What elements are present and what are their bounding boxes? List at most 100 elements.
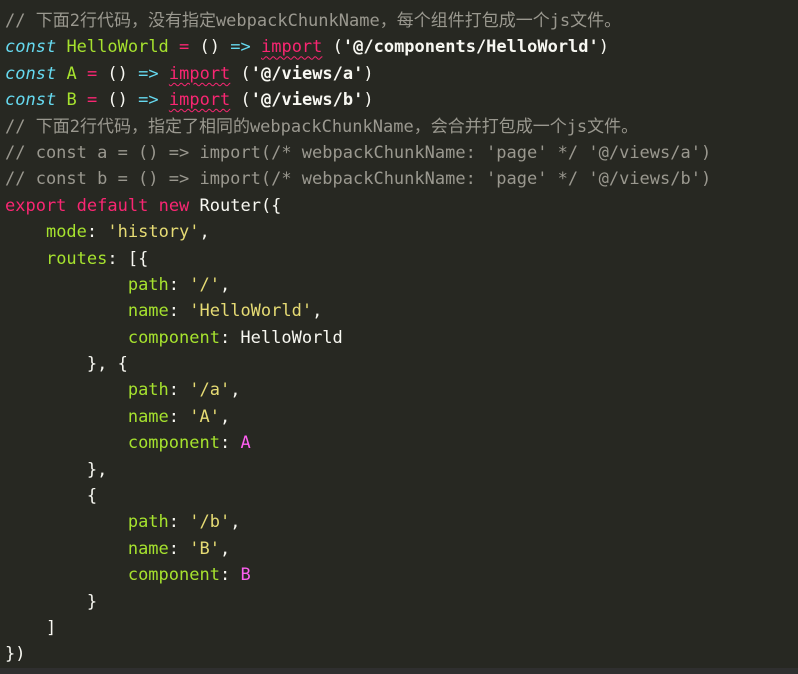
code-token: import — [260, 37, 323, 58]
code-token: : — [86, 222, 108, 243]
code-line[interactable]: component: HelloWorld — [5, 325, 711, 351]
code-line[interactable]: // const a = () => import(/* webpackChun… — [5, 140, 711, 166]
code-line[interactable]: path: '/b', — [5, 509, 711, 535]
code-token: name — [127, 301, 169, 322]
code-token: : HelloWorld — [219, 327, 343, 348]
code-token: = — [86, 90, 98, 111]
code-line[interactable]: routes: [{ — [5, 246, 711, 272]
code-token: , — [312, 301, 323, 322]
code-token: () — [97, 90, 139, 111]
code-token: ) — [598, 37, 610, 58]
code-line[interactable]: const HelloWorld = () => import ('@/comp… — [5, 34, 711, 60]
code-token: // const a = () => import(/* webpackChun… — [5, 142, 712, 163]
code-token: 'B' — [189, 538, 220, 559]
code-line[interactable]: name: 'A', — [5, 404, 711, 430]
code-token: () — [97, 63, 139, 84]
code-token: : — [168, 406, 190, 427]
code-token: A — [66, 63, 77, 84]
code-token: => — [230, 37, 251, 58]
code-line[interactable]: path: '/a', — [5, 377, 711, 403]
code-token: => — [138, 63, 159, 84]
code-token: import — [168, 63, 231, 84]
code-token: component — [127, 565, 220, 586]
code-line[interactable]: } — [5, 589, 711, 615]
code-token: '@/components/HelloWorld' — [342, 37, 599, 58]
code-token: , — [230, 380, 241, 401]
code-line[interactable]: }, — [5, 457, 711, 483]
code-token: path — [127, 380, 169, 401]
code-token: 'HelloWorld' — [189, 301, 313, 322]
code-line[interactable]: component: A — [5, 430, 711, 456]
code-line[interactable]: path: '/', — [5, 272, 711, 298]
code-line[interactable]: // 下面2行代码，没有指定webpackChunkName，每个组件打包成一个… — [5, 8, 711, 34]
code-token: = — [86, 63, 98, 84]
code-token: , — [219, 538, 231, 559]
code-line[interactable]: component: B — [5, 562, 711, 588]
code-line[interactable]: // const b = () => import(/* webpackChun… — [5, 166, 711, 192]
code-line[interactable]: name: 'B', — [5, 536, 711, 562]
code-token: } — [5, 591, 98, 612]
code-block[interactable]: // 下面2行代码，没有指定webpackChunkName，每个组件打包成一个… — [5, 8, 711, 668]
code-token: ( — [322, 37, 343, 58]
code-line[interactable]: }) — [5, 641, 711, 667]
code-token: '/' — [189, 274, 220, 295]
code-token: mode — [45, 222, 87, 243]
code-token: name — [127, 538, 169, 559]
code-token: = — [179, 37, 190, 58]
code-token: ] — [5, 617, 57, 638]
code-token: import — [168, 90, 231, 111]
code-token: // 下面2行代码，没有指定webpackChunkName，每个组件打包成一个… — [5, 11, 622, 31]
code-token: }, { — [5, 354, 128, 375]
code-line[interactable]: export default new Router({ — [5, 193, 711, 219]
code-token: // 下面2行代码，指定了相同的webpackChunkName，会合并打包成一… — [5, 116, 639, 137]
code-token: '@/views/a' — [250, 63, 364, 84]
code-line[interactable]: const B = () => import ('@/views/b') — [5, 87, 711, 113]
code-token: , — [199, 222, 210, 243]
code-token: new — [158, 195, 190, 216]
code-token: default — [76, 195, 149, 216]
code-line[interactable]: mode: 'history', — [5, 219, 711, 245]
code-token: , — [230, 512, 241, 533]
code-token: () — [189, 37, 231, 58]
code-token: : — [168, 380, 190, 401]
code-token: ) — [363, 90, 374, 111]
code-token: }, — [5, 459, 108, 480]
code-line[interactable]: { — [5, 483, 711, 509]
code-line[interactable]: }, { — [5, 351, 711, 377]
code-line[interactable]: name: 'HelloWorld', — [5, 298, 711, 324]
code-token: : — [219, 433, 241, 454]
code-token: '/b' — [189, 512, 231, 533]
code-editor[interactable]: // 下面2行代码，没有指定webpackChunkName，每个组件打包成一个… — [0, 0, 798, 674]
code-token: component — [127, 327, 220, 348]
code-line[interactable]: const A = () => import ('@/views/a') — [5, 61, 711, 87]
code-token: const — [5, 37, 57, 58]
code-token: , — [219, 406, 231, 427]
code-token: B — [66, 90, 77, 111]
code-line[interactable]: // 下面2行代码，指定了相同的webpackChunkName，会合并打包成一… — [5, 114, 711, 140]
code-token: { — [5, 486, 98, 507]
horizontal-scrollbar-track[interactable] — [0, 668, 798, 674]
code-token: '@/views/b' — [250, 90, 364, 111]
code-token: : — [168, 512, 190, 533]
code-token: }) — [5, 644, 26, 665]
code-token: => — [138, 90, 159, 111]
code-line[interactable]: ] — [5, 615, 711, 641]
code-token: // const b = () => import(/* webpackChun… — [5, 169, 712, 190]
code-token: A — [240, 433, 251, 454]
